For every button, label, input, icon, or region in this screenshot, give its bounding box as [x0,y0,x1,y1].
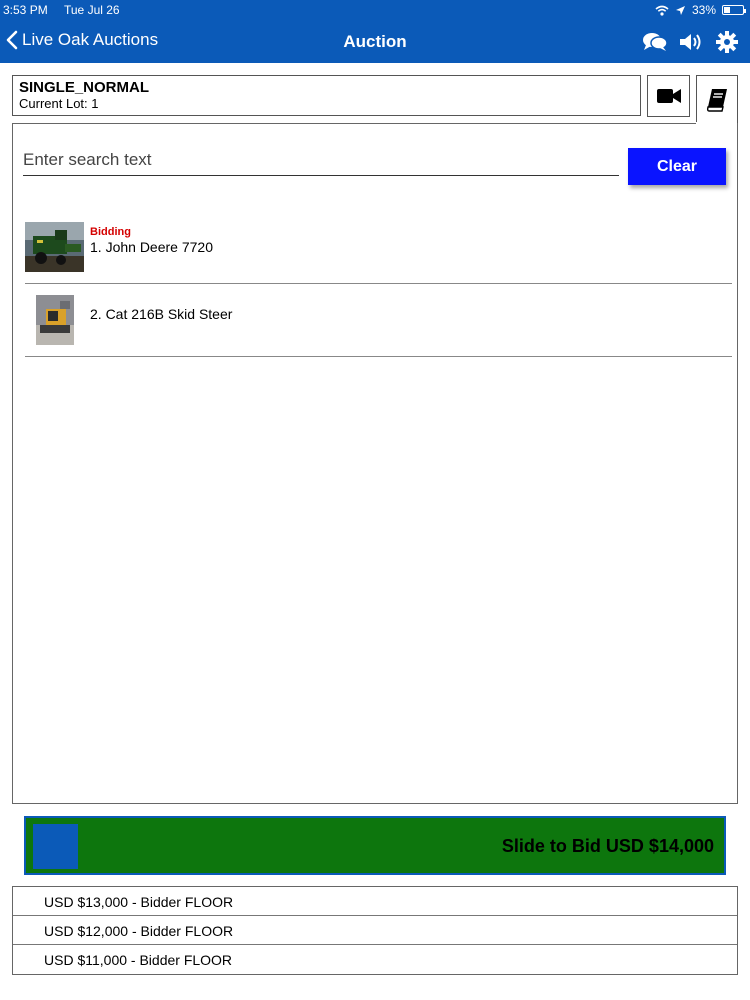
wifi-icon [655,5,669,16]
video-tab[interactable] [647,75,690,117]
lot-label: 2. Cat 216B Skid Steer [90,306,233,322]
catalog-tab[interactable] [696,75,738,123]
bidding-badge: Bidding [90,226,131,238]
list-item[interactable]: Bidding 1. John Deere 7720 [25,214,732,284]
combine-harvester-photo [25,222,84,272]
slide-to-bid[interactable]: Slide to Bid USD $14,000 [24,816,726,875]
lot-label: 1. John Deere 7720 [90,239,213,255]
auction-info: SINGLE_NORMAL Current Lot: 1 [12,75,641,116]
bid-history: USD $13,000 - Bidder FLOOR USD $12,000 -… [12,886,738,975]
back-button[interactable]: Live Oak Auctions [6,30,158,50]
search-input[interactable] [23,144,619,176]
status-time: 3:53 PM [3,3,48,17]
video-camera-icon [656,89,681,103]
list-item[interactable]: 2. Cat 216B Skid Steer [25,284,732,357]
skid-steer-photo [36,295,74,345]
status-indicators: 33% [655,3,746,17]
nav-bar: Live Oak Auctions Auction [0,22,750,62]
location-icon [675,5,685,15]
current-lot: Current Lot: 1 [19,96,99,111]
top-bar: 3:53 PM Tue Jul 26 33% Live Oak Auctions… [0,0,750,63]
auction-name: SINGLE_NORMAL [19,79,150,96]
battery-icon [722,5,746,15]
gear-icon[interactable] [714,30,740,54]
speaker-icon[interactable] [678,30,704,54]
chat-icon[interactable] [642,30,668,54]
slider-handle[interactable] [33,824,78,869]
slide-to-bid-label: Slide to Bid USD $14,000 [501,836,714,856]
nav-actions [642,30,740,54]
bid-history-row: USD $12,000 - Bidder FLOOR [13,916,737,945]
bid-history-row: USD $13,000 - Bidder FLOOR [13,887,737,916]
battery-percent: 33% [691,3,716,17]
status-bar: 3:53 PM Tue Jul 26 33% [0,0,750,20]
tab-join [696,122,737,125]
clear-button[interactable]: Clear [628,148,726,185]
lot-list: Bidding 1. John Deere 7720 2. Cat 216B S… [25,214,732,357]
book-icon [706,88,727,112]
chevron-left-icon [6,30,18,50]
status-date: Tue Jul 26 [64,3,120,17]
lot-list-panel: Clear Bidding 1. John Deere 7720 [12,123,738,804]
bid-history-row: USD $11,000 - Bidder FLOOR [44,952,233,968]
back-label: Live Oak Auctions [22,30,159,49]
